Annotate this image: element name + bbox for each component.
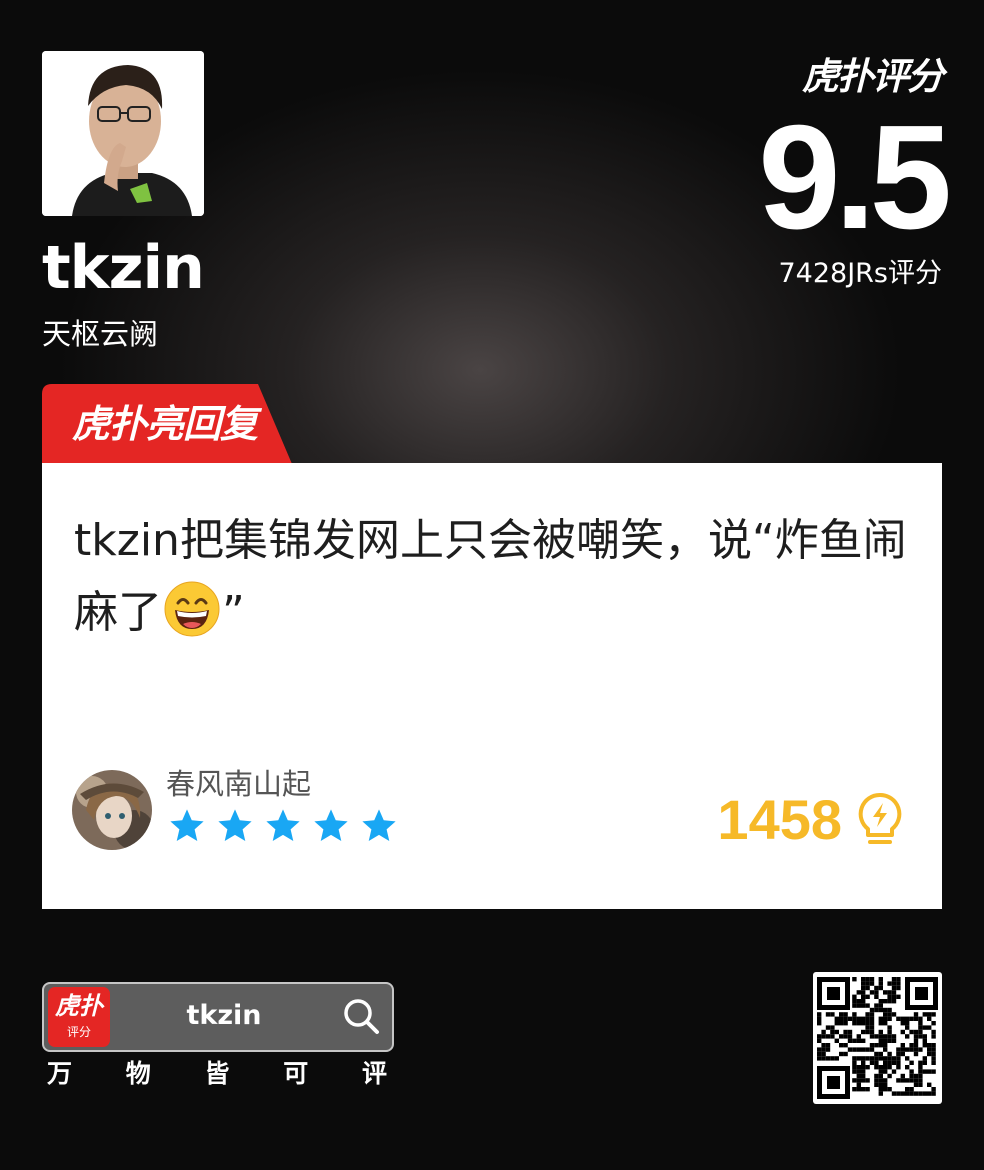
commenter-name[interactable]: 春风南山起 (166, 764, 311, 804)
player-avatar (42, 51, 204, 216)
rating-count: 7428JRs评分 (778, 258, 942, 289)
player-name: tkzin (42, 233, 205, 303)
grinning-face-emoji-icon (164, 581, 220, 637)
comment-text: tkzin把集锦发网上只会被嘲笑，说“炸鱼闹麻了 ” (74, 505, 914, 649)
star-icon (314, 809, 348, 842)
likes-count: 1458 (717, 788, 842, 851)
app-icon-logo: 虎扑 (55, 992, 103, 1020)
app-icon: 虎扑 评分 (48, 987, 110, 1047)
qr-code (813, 972, 942, 1104)
team-name: 天枢云阙 (42, 317, 159, 351)
commenter-stars (168, 807, 398, 845)
star-icon (266, 809, 300, 842)
slogan-char: 可 (283, 1059, 309, 1088)
comment-text-quote-end: ” (222, 587, 245, 638)
comment-card: tkzin把集锦发网上只会被嘲笑，说“炸鱼闹麻了 ” 春风南山起 1458 (42, 463, 942, 909)
slogan: 万 物 皆 可 评 (42, 1057, 392, 1091)
slogan-char: 评 (361, 1059, 387, 1088)
search-query[interactable]: tkzin (114, 999, 334, 1033)
slogan-char: 皆 (204, 1059, 230, 1088)
app-search-bar[interactable]: 虎扑 评分 tkzin (42, 982, 394, 1052)
search-icon[interactable] (342, 997, 380, 1035)
hot-reply-banner-label: 虎扑亮回复 (72, 402, 258, 446)
brand-logo-rating: 虎扑评分 (802, 55, 944, 98)
rating-score: 9.5 (758, 95, 952, 260)
likes[interactable]: 1458 (717, 788, 904, 852)
star-icon (170, 809, 204, 842)
commenter-avatar[interactable] (72, 770, 152, 850)
star-icon (362, 809, 396, 842)
app-icon-label: 评分 (66, 1025, 91, 1039)
slogan-char: 万 (47, 1059, 73, 1088)
slogan-char: 物 (125, 1059, 151, 1088)
star-icon (218, 809, 252, 842)
lightbulb-icon[interactable] (856, 792, 904, 848)
